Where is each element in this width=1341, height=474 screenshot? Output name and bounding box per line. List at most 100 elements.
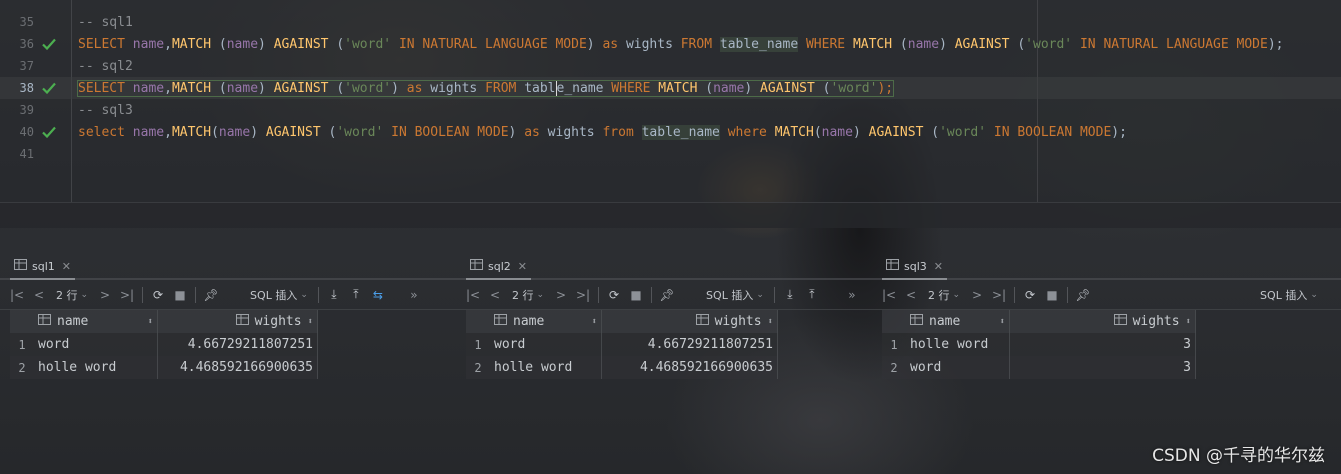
next-page-icon[interactable]: > [550,284,572,306]
refresh-icon[interactable]: ⟳ [1019,284,1041,306]
upload-icon[interactable]: ⤒ [345,284,367,306]
close-icon[interactable]: ✕ [934,260,943,273]
code-token: ( [211,124,219,140]
last-page-icon[interactable]: >| [988,284,1010,306]
first-page-icon[interactable]: |< [878,284,900,306]
cell-name[interactable]: holle word [906,333,1010,356]
result-toolbar: |< <2 行 ⌄ > >| ⟳ ■ 📌︎ SQL 插入 ⌄ ⤓ ⤒ ⇆ » [0,280,456,310]
code-token: wights [625,36,681,52]
result-grid[interactable]: name ⬍ wights ⬍ 1 word 4.66729211807251 2 holle … [10,310,456,379]
editor-line[interactable]: 36 SELECT name,MATCH (name) AGAINST ('wor… [0,33,1341,55]
result-grid[interactable]: name ⬍ wights ⬍ 1 word 4.66729211807251 2 holle … [466,310,872,379]
editor-line[interactable]: 40 select name,MATCH(name) AGAINST ('word… [0,121,1341,143]
code-text[interactable]: -- sql3 [78,103,133,118]
editor-line[interactable]: 38 SELECT name,MATCH (name) AGAINST ('wor… [0,77,1341,99]
refresh-icon[interactable]: ⟳ [603,284,625,306]
table-row[interactable]: 1 word 4.66729211807251 [10,333,318,356]
previous-page-icon[interactable]: < [484,284,506,306]
close-icon[interactable]: ✕ [518,260,527,273]
last-page-icon[interactable]: >| [572,284,594,306]
pin-icon[interactable]: 📌︎ [1072,284,1094,306]
editor-line[interactable]: 39 -- sql3 [0,99,1341,121]
tab-sql3[interactable]: sql3 ✕ [882,254,947,280]
sql-mode-dropdown[interactable]: SQL 插入 ⌄ [244,287,314,303]
previous-page-icon[interactable]: < [900,284,922,306]
cell-wights[interactable]: 4.468592166900635 [158,356,318,379]
more-icon[interactable]: » [403,284,425,306]
cell-wights[interactable]: 4.66729211807251 [158,333,318,356]
cell-name[interactable]: holle word [490,356,602,379]
cell-wights[interactable]: 4.66729211807251 [602,333,778,356]
download-icon[interactable]: ⤓ [779,284,801,306]
column-header-wights[interactable]: wights ⬍ [602,310,778,333]
column-header-name[interactable]: name ⬍ [906,310,1010,333]
code-text[interactable]: -- sql2 [78,59,133,74]
download-icon[interactable]: ⤓ [323,284,345,306]
tab-sql2[interactable]: sql2 ✕ [466,254,531,280]
row-count-dropdown[interactable]: 2 行 ⌄ [506,287,550,303]
next-page-icon[interactable]: > [966,284,988,306]
cell-name[interactable]: holle word [34,356,158,379]
code-token: MATCH [852,36,900,52]
tab-sql1[interactable]: sql1 ✕ [10,254,75,280]
table-row[interactable]: 2 word 3 [882,356,1196,379]
sort-icon[interactable]: ⬍ [148,317,153,327]
cell-name[interactable]: word [34,333,158,356]
stop-icon[interactable]: ■ [1041,284,1063,306]
sort-icon[interactable]: ⬍ [1186,317,1191,327]
cell-wights[interactable]: 4.468592166900635 [602,356,778,379]
table-row[interactable]: 1 holle word 3 [882,333,1196,356]
column-header-wights[interactable]: wights ⬍ [158,310,318,333]
code-text[interactable]: select name,MATCH(name) AGAINST ('word' … [78,124,1127,140]
more-icon[interactable]: » [841,284,863,306]
cell-name[interactable]: word [906,356,1010,379]
last-page-icon[interactable]: >| [116,284,138,306]
code-text[interactable]: SELECT name,MATCH (name) AGAINST ('word'… [78,36,1283,52]
code-token: ) [391,80,407,96]
table-row[interactable]: 1 word 4.66729211807251 [466,333,778,356]
code-text[interactable]: SELECT name,MATCH (name) AGAINST ('word'… [76,79,895,97]
previous-page-icon[interactable]: < [28,284,50,306]
upload-icon[interactable]: ⤒ [801,284,823,306]
column-header-name[interactable]: name ⬍ [490,310,602,333]
code-text[interactable]: -- sql1 [78,15,133,30]
code-token: e_name [556,80,604,96]
row-count-dropdown[interactable]: 2 行 ⌄ [922,287,966,303]
stop-icon[interactable]: ■ [625,284,647,306]
refresh-icon[interactable]: ⟳ [147,284,169,306]
row-count-dropdown[interactable]: 2 行 ⌄ [50,287,94,303]
compare-icon[interactable]: ⇆ [367,284,389,306]
executed-check-icon [34,126,64,138]
sql-mode-dropdown[interactable]: SQL 插入 ⌄ [1254,287,1324,303]
sort-icon[interactable]: ⬍ [308,317,313,327]
cell-name[interactable]: word [490,333,602,356]
stop-icon[interactable]: ■ [169,284,191,306]
table-icon [470,259,483,273]
code-token: 'word' [344,80,392,96]
column-header-name[interactable]: name ⬍ [34,310,158,333]
sort-icon[interactable]: ⬍ [1000,317,1005,327]
cell-wights[interactable]: 3 [1010,333,1196,356]
pin-icon[interactable]: 📌︎ [656,284,678,306]
editor-line[interactable]: 37 -- sql2 [0,55,1341,77]
code-token: where [719,124,775,140]
next-page-icon[interactable]: > [94,284,116,306]
line-number: 40 [19,125,34,139]
sql-editor[interactable]: 35 -- sql1 36 SELECT name,MATCH (name) AGAI… [0,0,1341,228]
first-page-icon[interactable]: |< [6,284,28,306]
sort-icon[interactable]: ⬍ [592,317,597,327]
table-row[interactable]: 2 holle word 4.468592166900635 [466,356,778,379]
result-grid[interactable]: name ⬍ wights ⬍ 1 holle word 3 2 word 3 [882,310,1341,379]
pin-icon[interactable]: 📌︎ [200,284,222,306]
first-page-icon[interactable]: |< [462,284,484,306]
code-token: , [164,124,172,140]
editor-line[interactable]: 41 [0,143,1341,165]
table-row[interactable]: 2 holle word 4.468592166900635 [10,356,318,379]
close-icon[interactable]: ✕ [62,260,71,273]
sort-icon[interactable]: ⬍ [768,317,773,327]
cell-wights[interactable]: 3 [1010,356,1196,379]
editor-line[interactable]: 35 -- sql1 [0,11,1341,33]
tab-label: sql1 [32,259,55,273]
sql-mode-dropdown[interactable]: SQL 插入 ⌄ [700,287,770,303]
column-header-wights[interactable]: wights ⬍ [1010,310,1196,333]
